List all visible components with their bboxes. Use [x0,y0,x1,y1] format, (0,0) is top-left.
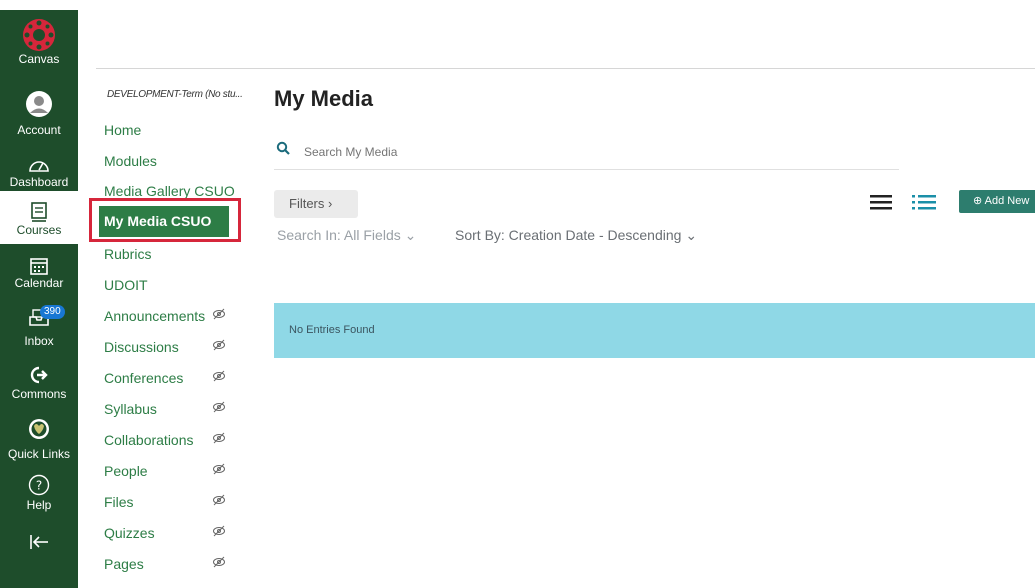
nav-label: Help [26,498,52,512]
nav-label: Dashboard [9,175,69,189]
nav-courses[interactable]: Courses [0,191,78,244]
hidden-eye-icon [213,370,225,382]
inbox-badge: 390 [40,305,65,319]
nav-calendar[interactable]: Calendar [0,256,78,290]
nav-label: Canvas [18,52,60,66]
nav-label: Account [17,123,61,137]
svg-text:?: ? [36,479,42,493]
search-underline [274,169,899,170]
nav-canvas[interactable]: Canvas [0,18,78,66]
course-nav-home[interactable]: Home [104,122,141,138]
highlight-box [89,198,241,242]
nav-commons[interactable]: Commons [0,366,78,401]
nav-label: Commons [11,387,67,401]
nav-account[interactable]: Account [0,90,78,137]
course-nav-pages[interactable]: Pages [104,556,144,572]
commons-icon [30,366,48,384]
nav-label: Calendar [14,276,64,290]
search-input[interactable] [302,140,896,164]
hidden-eye-icon [213,463,225,475]
course-nav-announcements[interactable]: Announcements [104,308,205,324]
collapse-nav-icon [30,535,48,549]
hidden-eye-icon [213,556,225,568]
avatar-icon [26,91,52,117]
hamburger-view-icon[interactable] [870,194,892,210]
collapse-nav-button[interactable] [0,533,78,551]
hidden-eye-icon [213,494,225,506]
course-nav-rubrics[interactable]: Rubrics [104,246,151,262]
search-icon [276,141,290,155]
course-nav-discussions[interactable]: Discussions [104,339,179,355]
page-title: My Media [274,86,374,111]
course-nav-media-gallery[interactable]: Media Gallery CSUO [104,183,235,199]
header-divider [96,68,1035,69]
global-nav: Canvas Account Dashboard Courses Calenda… [0,0,78,588]
nav-quick-links[interactable]: Quick Links [0,418,78,461]
nav-dashboard[interactable]: Dashboard [0,155,78,189]
course-nav-files[interactable]: Files [104,494,134,510]
calendar-icon [30,258,48,275]
hidden-eye-icon [213,401,225,413]
no-entries-message: No Entries Found [274,303,1035,358]
search-in-dropdown[interactable]: Search In: All Fields ⌄ [277,227,416,244]
courses-icon [31,202,47,222]
course-nav-modules[interactable]: Modules [104,153,157,169]
course-nav-conferences[interactable]: Conferences [104,370,183,386]
course-nav-collaborations[interactable]: Collaborations [104,432,194,448]
nav-label: Inbox [24,334,54,348]
add-new-button[interactable]: ⊕ Add New [959,190,1035,213]
nav-help[interactable]: ? Help [0,474,78,512]
ram-logo-icon [29,419,49,439]
hidden-eye-icon [213,308,225,320]
canvas-logo-icon [23,19,55,51]
course-nav-udoit[interactable]: UDOIT [104,277,148,293]
nav-inbox[interactable]: 390 Inbox [0,305,78,348]
course-nav-syllabus[interactable]: Syllabus [104,401,157,417]
hidden-eye-icon [213,525,225,537]
hidden-eye-icon [213,432,225,444]
hidden-eye-icon [213,339,225,351]
list-view-icon[interactable] [912,194,936,210]
help-icon: ? [28,474,50,496]
sort-by-dropdown[interactable]: Sort By: Creation Date - Descending ⌄ [455,227,697,244]
course-nav-quizzes[interactable]: Quizzes [104,525,155,541]
nav-label: Quick Links [7,447,71,461]
dashboard-icon [29,161,49,172]
filters-button[interactable]: Filters › [274,190,358,218]
nav-label: Courses [16,223,62,237]
course-nav-people[interactable]: People [104,463,148,479]
course-term: DEVELOPMENT-Term (No stu... [107,89,243,100]
